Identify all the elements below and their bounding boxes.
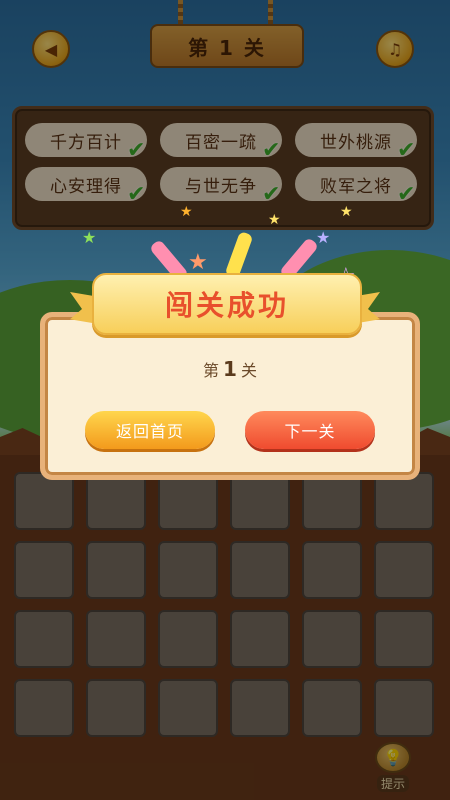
level-number: 1 <box>223 357 237 381</box>
success-banner: 闯关成功 <box>92 273 362 335</box>
star-icon: ★ <box>188 250 208 275</box>
level-suffix: 关 <box>240 361 257 380</box>
success-dialog: 第1关 返回首页 下一关 <box>40 312 420 480</box>
star-icon: ★ <box>180 204 193 220</box>
home-button[interactable]: 返回首页 <box>85 411 215 449</box>
star-icon: ★ <box>82 228 97 247</box>
next-level-button[interactable]: 下一关 <box>245 411 375 449</box>
level-text: 第1关 <box>45 357 415 381</box>
star-icon: ★ <box>340 204 353 220</box>
star-icon: ★ <box>268 212 281 228</box>
star-icon: ★ <box>316 228 331 247</box>
level-prefix: 第 <box>203 361 220 380</box>
game-scene: ◀ ♫ 第 1 关 千方百计 ✔ 百密一疏 ✔ 世外桃源 ✔ 心安理得 ✔ 与世… <box>0 0 450 800</box>
